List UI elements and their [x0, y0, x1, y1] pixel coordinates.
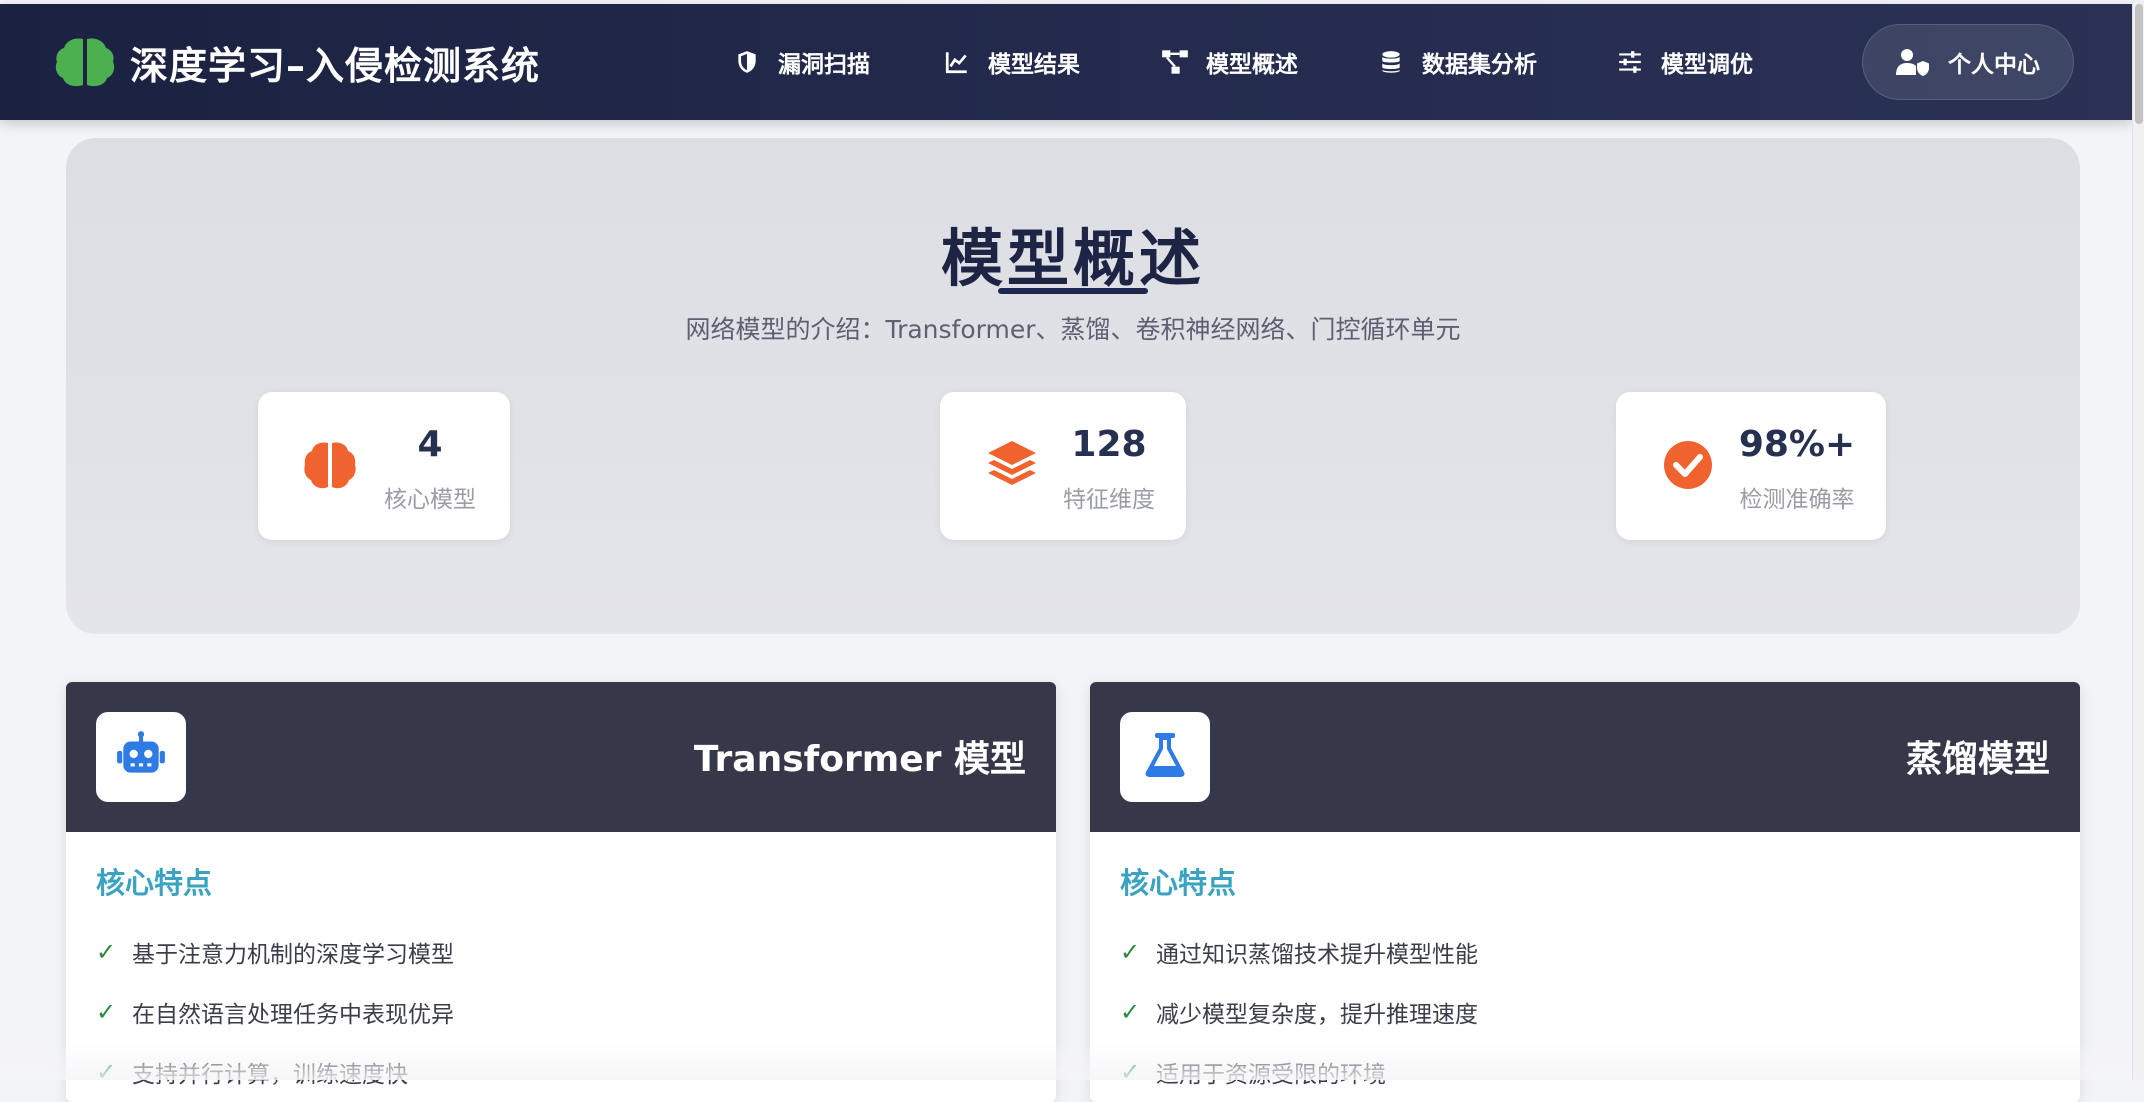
network-icon — [1160, 47, 1190, 77]
model-card-distillation[interactable]: 蒸馏模型 核心特点 ✓ 通过知识蒸馏技术提升模型性能 ✓ 减少模型复杂度，提升推理速… — [1090, 682, 2080, 1102]
nav-item-dataset-analysis[interactable]: 数据集分析 — [1376, 45, 1537, 79]
nav-item-model-overview[interactable]: 模型概述 — [1160, 45, 1298, 79]
stat-label: 检测准确率 — [1739, 487, 1855, 513]
stat-card-feature-dims: 128 特征维度 — [940, 392, 1186, 540]
list-item: ✓ 在自然语言处理任务中表现优异 — [96, 998, 454, 1028]
top-navbar: 深度学习–入侵检测系统 漏洞扫描 模型结果 模型概述 数据集分析 模型调优 个人… — [0, 4, 2132, 120]
model-card-transformer[interactable]: Transformer 模型 核心特点 ✓ 基于注意力机制的深度学习模型 ✓ 在自然… — [66, 682, 1056, 1102]
stat-card-accuracy: 98%+ 检测准确率 — [1616, 392, 1886, 540]
shield-icon — [732, 47, 762, 77]
stat-label: 特征维度 — [1063, 487, 1155, 513]
user-center-button[interactable]: 个人中心 — [1862, 24, 2074, 100]
check-icon: ✓ — [96, 1058, 117, 1086]
nav-label: 漏洞扫描 — [778, 52, 870, 78]
nav-label: 模型概述 — [1206, 52, 1298, 78]
list-item: ✓ 减少模型复杂度，提升推理速度 — [1120, 998, 1478, 1028]
card-section-title: 核心特点 — [96, 866, 213, 900]
page-scrollbar[interactable] — [2132, 0, 2144, 1080]
card-title: 蒸馏模型 — [1905, 739, 2050, 780]
check-icon: ✓ — [1120, 998, 1141, 1026]
scrollbar-thumb[interactable] — [2135, 4, 2143, 124]
nav-label: 模型调优 — [1661, 52, 1753, 78]
stat-value: 4 — [417, 424, 443, 465]
nav-item-model-tuning[interactable]: 模型调优 — [1615, 45, 1753, 79]
nav-label: 模型结果 — [988, 52, 1080, 78]
card-icon-box — [1120, 712, 1210, 802]
layers-icon — [984, 437, 1040, 493]
nav-item-model-results[interactable]: 模型结果 — [942, 45, 1080, 79]
card-header: 蒸馏模型 — [1090, 682, 2080, 832]
card-header: Transformer 模型 — [66, 682, 1056, 832]
sliders-icon — [1615, 47, 1645, 77]
brand-title: 深度学习–入侵检测系统 — [130, 43, 541, 88]
check-icon: ✓ — [96, 998, 117, 1026]
nav-links: 漏洞扫描 模型结果 模型概述 数据集分析 模型调优 — [732, 4, 1753, 120]
card-icon-box — [96, 712, 186, 802]
user-center-label: 个人中心 — [1948, 52, 2040, 78]
list-item: ✓ 通过知识蒸馏技术提升模型性能 — [1120, 938, 1478, 968]
feature-list: ✓ 通过知识蒸馏技术提升模型性能 ✓ 减少模型复杂度，提升推理速度 ✓ 适用于资源受限… — [1120, 922, 1478, 1102]
stat-value: 98%+ — [1738, 424, 1856, 465]
stat-card-core-models: 4 核心模型 — [258, 392, 510, 540]
overview-hero: 模型概述 网络模型的介绍：Transformer、蒸馏、卷积神经网络、门控循环单… — [66, 138, 2080, 634]
feature-list: ✓ 基于注意力机制的深度学习模型 ✓ 在自然语言处理任务中表现优异 ✓ 支持并行计算，… — [96, 922, 454, 1102]
list-item: ✓ 支持并行计算，训练速度快 — [96, 1058, 408, 1088]
line-chart-icon — [942, 47, 972, 77]
user-shield-icon — [1896, 47, 1930, 77]
page-title: 模型概述 — [940, 222, 1205, 295]
brain-icon — [54, 35, 116, 89]
nav-item-vuln-scan[interactable]: 漏洞扫描 — [732, 45, 870, 79]
database-icon — [1376, 47, 1406, 77]
brand[interactable]: 深度学习–入侵检测系统 — [54, 35, 540, 90]
list-item: ✓ 基于注意力机制的深度学习模型 — [96, 938, 454, 968]
flask-icon — [1140, 730, 1190, 784]
card-section-title: 核心特点 — [1120, 866, 1237, 900]
robot-icon — [115, 729, 167, 785]
list-item: ✓ 适用于资源受限的环境 — [1120, 1058, 1386, 1088]
card-title: Transformer 模型 — [693, 739, 1026, 780]
stat-label: 核心模型 — [384, 487, 476, 513]
check-icon: ✓ — [96, 938, 117, 966]
page-subtitle: 网络模型的介绍：Transformer、蒸馏、卷积神经网络、门控循环单元 — [685, 315, 1461, 344]
check-icon: ✓ — [1120, 938, 1141, 966]
check-icon: ✓ — [1120, 1058, 1141, 1086]
check-circle-icon — [1660, 437, 1716, 493]
stat-value: 128 — [1071, 424, 1147, 465]
nav-label: 数据集分析 — [1422, 52, 1537, 78]
title-underline — [998, 288, 1148, 294]
brain-icon — [302, 437, 358, 493]
